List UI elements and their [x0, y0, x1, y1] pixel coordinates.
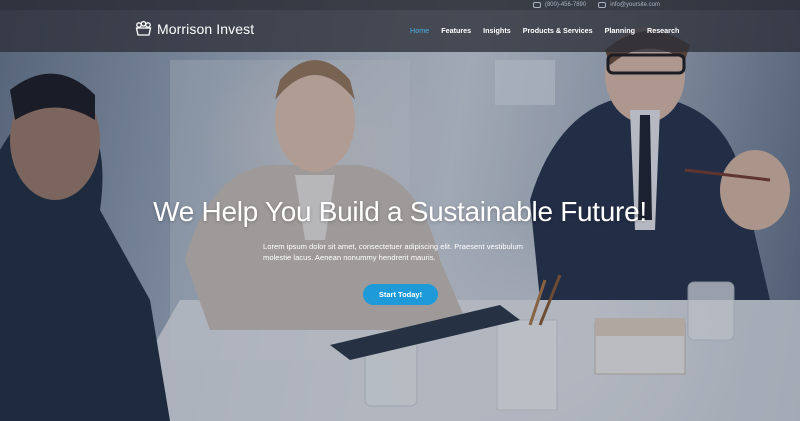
email-contact[interactable]: info@yoursite.com [598, 2, 660, 8]
hero-subtext: Lorem ipsum dolor sit amet, consectetuer… [263, 242, 523, 262]
nav-planning[interactable]: Planning [605, 26, 635, 35]
contact-bar: (800)-456-7890 info@yoursite.com [0, 0, 800, 10]
crown-logo-icon [135, 21, 152, 36]
nav-research[interactable]: Research [647, 26, 679, 35]
phone-number: (800)-456-7890 [544, 2, 587, 8]
main-nav: Home Features Insights Products & Servic… [410, 26, 691, 35]
nav-home[interactable]: Home [410, 26, 429, 35]
nav-products-services[interactable]: Products & Services [523, 26, 593, 35]
brand-name: Morrison Invest [157, 21, 255, 37]
email-address: info@yoursite.com [610, 2, 660, 8]
brand-logo[interactable]: Morrison Invest [135, 21, 254, 37]
nav-insights[interactable]: Insights [483, 26, 511, 35]
hero-headline: We Help You Build a Sustainable Future! [153, 196, 647, 227]
hero-section: (800)-456-7890 info@yoursite.com Morriso… [0, 0, 800, 421]
site-header: Morrison Invest Home Features Insights P… [0, 10, 800, 52]
phone-icon [532, 2, 541, 8]
envelope-icon [598, 2, 607, 8]
start-today-button[interactable]: Start Today! [363, 284, 438, 305]
nav-features[interactable]: Features [441, 26, 471, 35]
phone-contact[interactable]: (800)-456-7890 [532, 2, 587, 8]
